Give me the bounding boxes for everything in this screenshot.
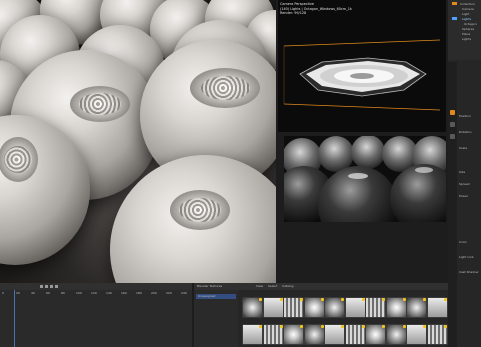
properties-panel[interactable]: Position Rotation Scale Size Spread Powe… [458,110,481,290]
asset-thumbnail[interactable]: Octagon_Softbox [406,297,427,318]
frame-tick: 240 [181,291,187,295]
asset-thumbnail[interactable]: Octagon_Softbox [406,324,427,345]
outliner-item[interactable]: Camera [462,7,474,11]
asset-browser-header[interactable]: Blender Textures View Select Catalog [194,283,448,290]
frame-tick: 120 [91,291,97,295]
catalog-item-label: Unassigned [198,294,216,298]
catalog-item-selected[interactable]: Unassigned [196,294,236,299]
asset-thumbnail[interactable]: Octagon_Softbox [262,297,284,318]
properties-side-panel[interactable]: Collection Camera Light Lights Octagon S… [448,0,481,347]
asset-thumbnail[interactable]: Octagon_Softbox [344,324,366,345]
play-icon[interactable] [50,285,53,288]
catalog-sidebar[interactable]: Unassigned [194,290,238,347]
outliner-item[interactable]: Plane [462,32,470,36]
asset-marker-icon [341,298,344,301]
property-label: Power [459,194,469,198]
playhead[interactable] [14,290,15,347]
asset-thumbnail[interactable]: Octagon_Softbox [283,297,304,318]
camera-viewport[interactable]: Camera Perspective (140) Lights | Octago… [278,0,446,132]
light-icon [452,17,457,20]
collection-icon [452,2,457,5]
frame-tick: 220 [166,291,172,295]
menu-select[interactable]: Select [268,284,277,288]
asset-thumbnail[interactable]: Octagon_Softbox [324,324,345,345]
asset-marker-icon [443,325,447,328]
asset-thumbnail[interactable]: Octagon_Softbox [385,297,407,318]
asset-marker-icon [423,298,426,301]
outliner-item-selected[interactable]: Lights [462,17,471,21]
timeline[interactable]: 0 20 40 60 80 100 120 140 160 180 200 22… [0,283,192,347]
asset-marker-icon [423,325,426,328]
property-label: Cast Shadow [459,270,479,274]
asset-marker-icon [300,298,303,301]
outliner[interactable]: Collection Camera Light Lights Octagon S… [448,0,481,60]
asset-marker-icon [259,325,262,328]
asset-thumbnail[interactable]: Octagon_Softbox [262,324,284,345]
property-label: Spread [459,182,470,186]
jump-start-icon[interactable] [40,285,43,288]
property-label: Color [459,240,467,244]
frame-tick: 180 [136,291,142,295]
frame-tick: 0 [2,291,4,295]
spheres-preview [284,136,446,222]
asset-thumbnail[interactable]: Octagon_Softbox [344,297,366,318]
main-render-viewport[interactable] [0,0,276,283]
property-label: Scale [459,146,468,150]
frame-tick: 160 [121,291,127,295]
asset-marker-icon [341,325,344,328]
asset-library-title[interactable]: Blender Textures [197,284,222,288]
frame-tick: 80 [61,291,65,295]
properties-tab-strip[interactable] [448,62,457,347]
light-properties-tab-icon[interactable] [450,110,455,115]
timeline-header[interactable] [0,283,192,290]
outliner-item[interactable]: Light [462,12,470,16]
asset-thumbnail[interactable]: Octagon_Soft [242,324,263,345]
property-label: Light Link [459,255,474,259]
asset-marker-icon [259,298,262,301]
asset-thumbnail-grid[interactable]: Octagon_WindowsOctagon_SoftboxOctagon_So… [240,290,448,347]
frame-tick: 40 [31,291,35,295]
outliner-item[interactable]: Spheres [462,27,474,31]
asset-marker-icon [382,298,385,301]
asset-thumbnail[interactable]: Octagon_Softbox [426,324,448,345]
asset-thumbnail[interactable]: Octagon_Softbox [303,297,325,318]
asset-thumbnail[interactable]: Octagon_Softbox [365,324,386,345]
asset-thumbnail[interactable]: Octagon_Softbox [283,324,304,345]
play-reverse-icon[interactable] [45,285,48,288]
asset-thumbnail[interactable]: Octagon_Windows [242,297,263,318]
menu-catalog[interactable]: Catalog [282,284,294,288]
octagon-light-preview [283,39,441,111]
outliner-item[interactable]: Lights [462,37,471,41]
object-properties-tab-icon[interactable] [450,122,455,127]
asset-marker-icon [300,325,303,328]
asset-thumbnail[interactable]: Octagon_Softbox [426,297,448,318]
timeline-ruler[interactable]: 0 20 40 60 80 100 120 140 160 180 200 22… [0,291,192,296]
outliner-item[interactable]: Octagon [464,22,477,26]
frame-tick: 20 [16,291,20,295]
asset-thumbnail[interactable]: Octagon_Softbox [365,297,386,318]
asset-marker-icon [382,325,385,328]
menu-view[interactable]: View [256,284,263,288]
modifier-properties-tab-icon[interactable] [450,134,455,139]
asset-browser[interactable]: Blender Textures View Select Catalog Una… [194,283,448,347]
frame-tick: 200 [151,291,157,295]
outliner-item[interactable]: Collection [460,2,475,6]
asset-marker-icon [443,298,447,301]
frame-tick: 140 [106,291,112,295]
asset-thumbnail[interactable]: Octagon_Softbox [303,324,325,345]
asset-thumbnail[interactable]: Octagon_Softbox [385,324,407,345]
property-label: Position [459,114,471,118]
asset-thumbnail[interactable]: Octagon_Softbox [324,297,345,318]
property-label: Size [459,170,466,174]
property-label: Rotation [459,130,472,134]
frame-tick: 100 [76,291,82,295]
render-preview-viewport[interactable] [284,136,446,222]
frame-tick: 60 [46,291,50,295]
jump-end-icon[interactable] [55,285,58,288]
